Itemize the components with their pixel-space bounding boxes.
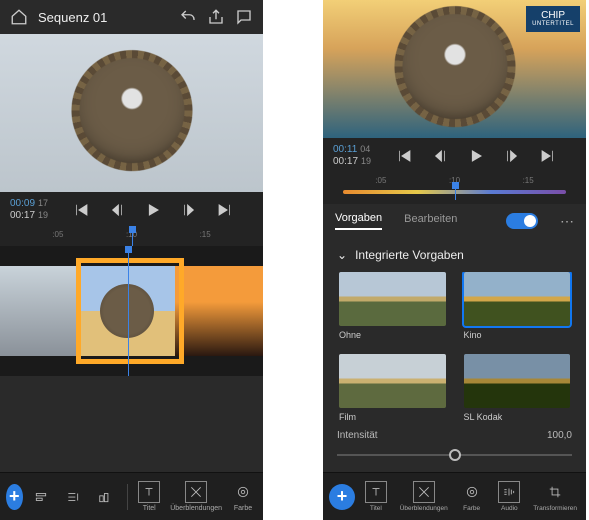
play-icon[interactable] bbox=[467, 147, 485, 165]
slider-knob[interactable] bbox=[449, 449, 461, 461]
step-forward-icon[interactable] bbox=[503, 147, 521, 165]
preset-kodak[interactable]: SL Kodak bbox=[464, 354, 571, 422]
clip-track bbox=[0, 266, 263, 356]
divider bbox=[127, 484, 128, 510]
preset-thumb bbox=[464, 354, 571, 408]
audio-button[interactable]: Audio bbox=[492, 481, 526, 512]
effect-toggle[interactable] bbox=[506, 213, 538, 229]
chevron-down-icon: ⌄ bbox=[337, 248, 347, 262]
uberblendungen-button[interactable]: Überblendungen bbox=[397, 481, 451, 512]
playback-controls bbox=[52, 201, 253, 219]
skip-start-icon[interactable] bbox=[72, 201, 90, 219]
intensity-control: Intensität 100,0 bbox=[323, 422, 586, 467]
tool-button[interactable] bbox=[27, 486, 55, 508]
preset-thumb bbox=[464, 272, 571, 326]
play-icon[interactable] bbox=[144, 201, 162, 219]
ruler-tick: :15 bbox=[200, 230, 211, 239]
bottom-toolbar: + Titel Überblendungen Farbe bbox=[0, 472, 263, 520]
tool-button[interactable] bbox=[59, 486, 87, 508]
intensity-slider[interactable] bbox=[337, 447, 572, 463]
add-button[interactable]: + bbox=[6, 484, 23, 510]
intensity-value: 100,0 bbox=[547, 430, 572, 441]
timeline[interactable] bbox=[0, 246, 263, 376]
farbe-button[interactable]: Farbe bbox=[229, 481, 257, 512]
chip-badge: CHIPUNTERTITEL bbox=[526, 6, 580, 32]
transport-bar: 00:1104 00:1719 bbox=[323, 138, 586, 174]
home-icon[interactable] bbox=[10, 8, 28, 26]
uberblendungen-button[interactable]: Überblendungen bbox=[167, 481, 225, 512]
right-screenshot: CHIPUNTERTITEL 00:1104 00:1719 :05 :10 :… bbox=[323, 0, 586, 520]
section-title: Integrierte Vorgaben bbox=[355, 248, 464, 262]
bottom-toolbar: + Titel Überblendungen Farbe Audio Trans… bbox=[323, 472, 586, 520]
tool-button[interactable] bbox=[91, 486, 119, 508]
transport-bar: 00:0917 00:1719 bbox=[0, 192, 263, 228]
timeline-playhead[interactable] bbox=[128, 246, 129, 376]
step-forward-icon[interactable] bbox=[180, 201, 198, 219]
ruler-tick: :05 bbox=[375, 176, 386, 185]
preset-ohne[interactable]: Ohne bbox=[339, 272, 446, 340]
preset-thumb bbox=[339, 272, 446, 326]
current-time: 00:09 bbox=[10, 198, 35, 209]
ruler-tick: :15 bbox=[523, 176, 534, 185]
header: Sequenz 01 bbox=[0, 0, 263, 34]
step-back-icon[interactable] bbox=[431, 147, 449, 165]
tabs: Vorgaben Bearbeiten ⋯ bbox=[323, 204, 586, 238]
titel-button[interactable]: Titel bbox=[359, 481, 393, 512]
intensity-label: Intensität bbox=[337, 430, 378, 441]
section-header[interactable]: ⌄ Integrierte Vorgaben bbox=[323, 238, 586, 272]
playback-controls bbox=[375, 147, 576, 165]
video-preview[interactable]: CHIPUNTERTITEL bbox=[323, 0, 586, 138]
time-ruler[interactable]: :05 :10 :15 bbox=[0, 228, 263, 246]
skip-start-icon[interactable] bbox=[395, 147, 413, 165]
step-back-icon[interactable] bbox=[108, 201, 126, 219]
preview-image bbox=[395, 7, 515, 127]
titel-button[interactable]: Titel bbox=[135, 481, 163, 512]
current-time: 00:11 bbox=[333, 144, 357, 155]
preset-film[interactable]: Film bbox=[339, 354, 446, 422]
preset-thumb bbox=[339, 354, 446, 408]
time-ruler[interactable]: :05 :10 :15 bbox=[323, 174, 586, 204]
add-button[interactable]: + bbox=[329, 484, 355, 510]
timecode: 00:0917 00:1719 bbox=[10, 198, 48, 222]
total-time: 00:17 bbox=[10, 210, 35, 221]
skip-end-icon[interactable] bbox=[216, 201, 234, 219]
skip-end-icon[interactable] bbox=[539, 147, 557, 165]
left-screenshot: Sequenz 01 00:0917 00:1719 :05 :10 :15 bbox=[0, 0, 263, 520]
clip[interactable] bbox=[175, 266, 263, 356]
preset-kino[interactable]: Kino bbox=[464, 272, 571, 340]
clip[interactable] bbox=[78, 266, 175, 356]
playhead[interactable] bbox=[132, 228, 133, 246]
timecode: 00:1104 00:1719 bbox=[333, 144, 371, 168]
clip[interactable] bbox=[0, 266, 78, 356]
share-icon[interactable] bbox=[207, 8, 225, 26]
preview-image bbox=[72, 51, 192, 171]
transformieren-button[interactable]: Transformieren bbox=[530, 481, 580, 512]
video-preview[interactable] bbox=[0, 34, 263, 192]
more-icon[interactable]: ⋯ bbox=[560, 213, 574, 230]
total-time: 00:17 bbox=[333, 156, 358, 167]
undo-icon[interactable] bbox=[179, 8, 197, 26]
comment-icon[interactable] bbox=[235, 8, 253, 26]
ruler-tick: :05 bbox=[52, 230, 63, 239]
preset-grid: Ohne Kino Film SL Kodak bbox=[323, 272, 586, 422]
sequence-title: Sequenz 01 bbox=[38, 10, 169, 25]
tab-bearbeiten[interactable]: Bearbeiten bbox=[404, 213, 457, 229]
tab-vorgaben[interactable]: Vorgaben bbox=[335, 212, 382, 230]
playhead[interactable] bbox=[455, 186, 456, 200]
farbe-button[interactable]: Farbe bbox=[455, 481, 489, 512]
